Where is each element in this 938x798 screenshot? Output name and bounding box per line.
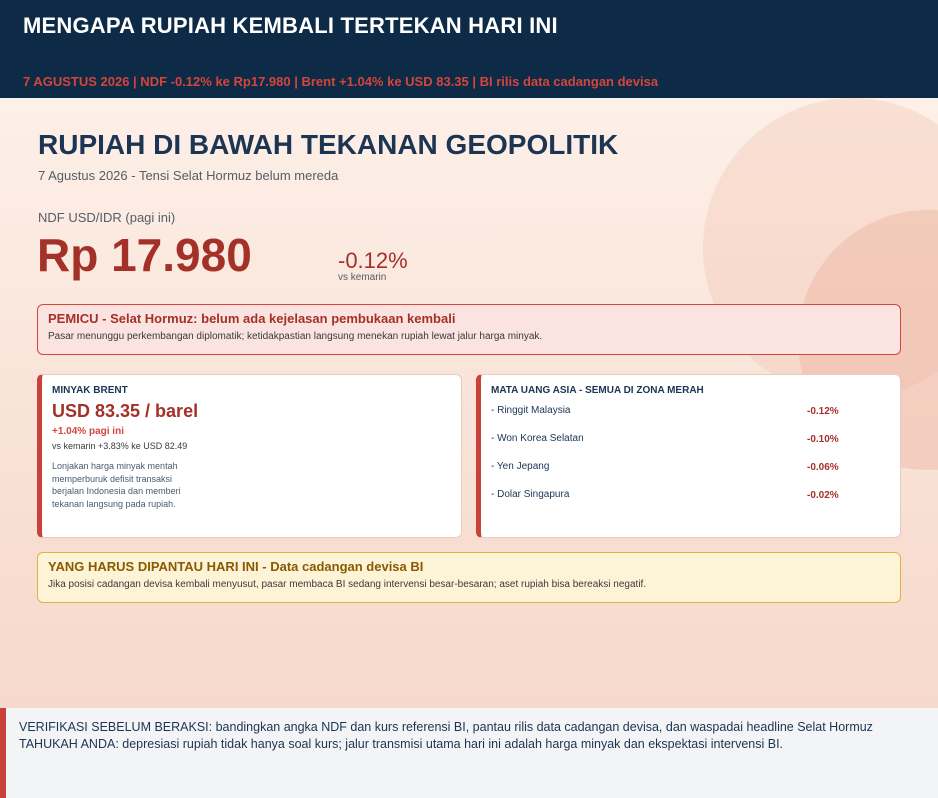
dateline: 7 Agustus 2026 - Tensi Selat Hormuz belu… [38,168,339,183]
currency-row: - Dolar Singapura -0.02% [491,489,846,507]
trigger-callout: PEMICU - Selat Hormuz: belum ada kejelas… [37,304,901,355]
currency-change: -0.12% [807,406,839,417]
watch-title: YANG HARUS DIPANTAU HARI INI - Data cada… [48,559,424,574]
brent-description: Lonjakan harga minyak mentah memperburuk… [52,461,181,509]
currency-row: - Yen Jepang -0.06% [491,461,846,479]
brent-change: +1.04% pagi ini [52,426,124,437]
asia-card-title: MATA UANG ASIA - SEMUA DI ZONA MERAH [491,385,704,396]
currency-change: -0.02% [807,490,839,501]
brent-card-title: MINYAK BRENT [52,385,128,396]
currency-change: -0.06% [807,462,839,473]
asian-currencies-card: MATA UANG ASIA - SEMUA DI ZONA MERAH - R… [476,374,901,538]
ndf-label: NDF USD/IDR (pagi ini) [38,210,176,225]
footer-note: VERIFIKASI SEBELUM BERAKSI: bandingkan a… [0,708,938,798]
trigger-title: PEMICU - Selat Hormuz: belum ada kejelas… [48,311,456,326]
trigger-text: Pasar menunggu perkembangan diplomatik; … [48,331,543,342]
watch-text: Jika posisi cadangan devisa kembali meny… [48,579,647,590]
news-ticker: 7 AGUSTUS 2026 | NDF -0.12% ke Rp17.980 … [23,74,659,89]
main-panel: RUPIAH DI BAWAH TEKANAN GEOPOLITIK 7 Agu… [0,98,938,708]
ndf-change: -0.12% [338,248,408,273]
currency-name: - Yen Jepang [491,461,550,472]
currency-name: - Ringgit Malaysia [491,405,571,416]
ndf-change-caption: vs kemarin [338,272,387,283]
currency-name: - Dolar Singapura [491,489,570,500]
page-headline: RUPIAH DI BAWAH TEKANAN GEOPOLITIK [38,129,619,160]
brent-card: MINYAK BRENT USD 83.35 / barel +1.04% pa… [37,374,462,538]
top-banner: MENGAPA RUPIAH KEMBALI TERTEKAN HARI INI… [0,0,938,98]
watch-callout: YANG HARUS DIPANTAU HARI INI - Data cada… [37,552,901,603]
brent-vs-yesterday: vs kemarin +3.83% ke USD 82.49 [52,441,188,451]
banner-title: MENGAPA RUPIAH KEMBALI TERTEKAN HARI INI [23,13,558,38]
currency-change: -0.10% [807,434,839,445]
did-you-know-note: TAHUKAH ANDA: depresiasi rupiah tidak ha… [19,737,784,751]
ndf-value: Rp 17.980 [37,229,252,281]
currency-row: - Ringgit Malaysia -0.12% [491,405,846,423]
currency-row: - Won Korea Selatan -0.10% [491,433,846,451]
currency-name: - Won Korea Selatan [491,433,584,444]
verify-note: VERIFIKASI SEBELUM BERAKSI: bandingkan a… [19,720,873,734]
brent-price: USD 83.35 / barel [52,401,199,421]
